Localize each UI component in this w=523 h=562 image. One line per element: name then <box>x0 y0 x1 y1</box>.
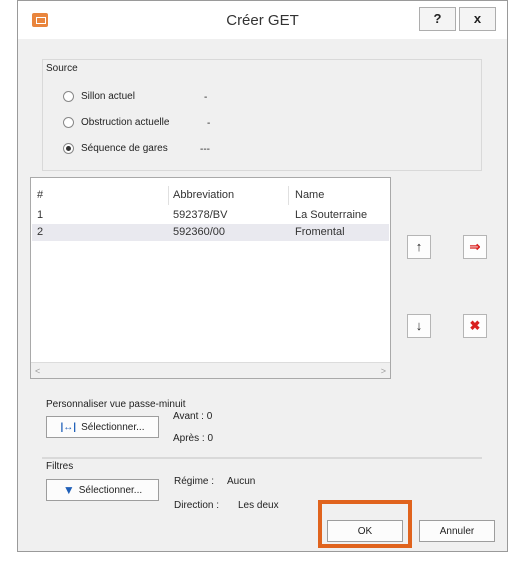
help-button[interactable]: ? <box>419 7 456 31</box>
table-row[interactable]: 1 592378/BV La Souterraine <box>32 207 389 224</box>
move-down-button[interactable]: ↓ <box>407 314 431 338</box>
button-label: Sélectionner... <box>81 421 145 433</box>
filter-icon: ▼ <box>62 483 75 497</box>
cancel-button[interactable]: Annuler <box>419 520 495 542</box>
column-header-abbreviation[interactable]: Abbreviation <box>173 189 234 201</box>
stations-table[interactable]: # Abbreviation Name 1 592378/BV La Soute… <box>30 177 391 379</box>
radio-circle <box>63 91 74 102</box>
column-separator <box>288 186 289 205</box>
direction-label: Direction : <box>174 500 220 511</box>
passe-minuit-select-button[interactable]: |↔| Sélectionner... <box>46 416 159 438</box>
delete-icon: ✖ <box>469 318 481 333</box>
row-num: 1 <box>37 209 44 221</box>
radio-label: Séquence de gares <box>81 143 168 154</box>
column-header-name[interactable]: Name <box>295 189 324 201</box>
radio-label: Sillon actuel <box>81 91 135 102</box>
row-num: 2 <box>37 226 44 238</box>
insert-station-button[interactable]: ⇒ <box>463 235 487 259</box>
move-up-button[interactable]: ↑ <box>407 235 431 259</box>
direction-value: Les deux <box>238 500 279 511</box>
ok-highlight-frame <box>318 500 412 548</box>
apres-value: Après : 0 <box>173 433 214 444</box>
filtres-label: Filtres <box>46 461 74 472</box>
row-name: La Souterraine <box>295 209 368 221</box>
row-abbreviation: 592360/00 <box>173 226 225 238</box>
radio-circle <box>63 117 74 128</box>
insert-arrow-icon: ⇒ <box>469 239 481 254</box>
row-abbreviation: 592378/BV <box>173 209 228 221</box>
radio-label: Obstruction actuelle <box>81 117 170 128</box>
filtres-divider <box>42 457 482 459</box>
radio-sillon-actuel[interactable]: Sillon actuel <box>63 91 135 102</box>
passe-minuit-label: Personnaliser vue passe-minuit <box>46 399 186 410</box>
regime-label: Régime : <box>174 476 215 487</box>
button-label: Sélectionner... <box>78 484 143 496</box>
obstruction-value: - <box>207 118 211 129</box>
resize-horizontal-icon: |↔| <box>60 421 77 433</box>
filtres-select-button[interactable]: ▼ Sélectionner... <box>46 479 159 501</box>
delete-station-button[interactable]: ✖ <box>463 314 487 338</box>
row-name: Fromental <box>295 226 345 238</box>
horizontal-scrollbar[interactable]: < > <box>31 362 390 378</box>
source-group <box>42 59 482 171</box>
avant-value: Avant : 0 <box>173 411 213 422</box>
table-row-selected[interactable]: 2 592360/00 Fromental <box>32 224 389 241</box>
source-label: Source <box>46 63 78 74</box>
radio-circle-selected <box>63 143 74 154</box>
scroll-right-icon[interactable]: > <box>381 366 386 376</box>
regime-value: Aucun <box>227 476 256 487</box>
scroll-left-icon[interactable]: < <box>35 366 40 376</box>
sequence-value: --- <box>200 144 210 155</box>
arrow-up-icon: ↑ <box>415 239 423 254</box>
dialog-window: Créer GET ? x Source Sillon actuel - Obs… <box>17 0 508 552</box>
column-separator <box>168 186 169 205</box>
radio-sequence-de-gares[interactable]: Séquence de gares <box>63 143 168 154</box>
close-button[interactable]: x <box>459 7 496 31</box>
arrow-down-icon: ↓ <box>415 318 423 333</box>
radio-obstruction-actuelle[interactable]: Obstruction actuelle <box>63 117 169 128</box>
sillon-value: - <box>204 92 208 103</box>
column-header-num[interactable]: # <box>37 189 43 201</box>
title-bar: Créer GET ? x <box>18 1 507 39</box>
